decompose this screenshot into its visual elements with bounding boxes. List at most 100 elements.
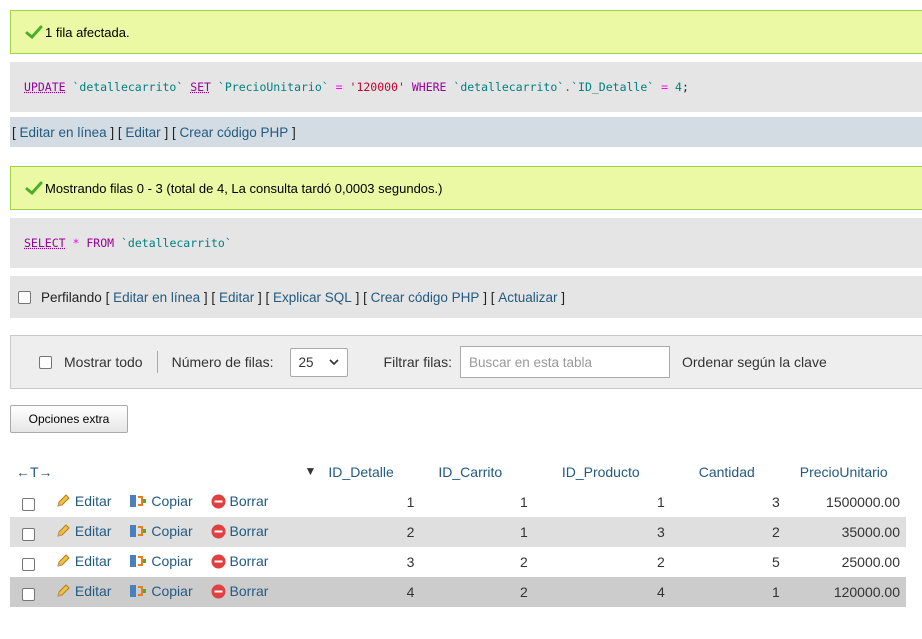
- delete-icon: [211, 494, 225, 508]
- table-row: Editar Copiar Borrar 1 1 1 3 1500000.00: [10, 487, 906, 517]
- edit-label: Editar: [74, 582, 112, 599]
- copy-label: Copiar: [151, 522, 193, 539]
- profiling-label: Perfilando: [41, 289, 102, 305]
- sql-keyword-set: SET: [190, 80, 211, 94]
- cell-preciounitario: 120000.00: [793, 577, 906, 607]
- cell-cantidad: 1: [692, 577, 794, 607]
- sql-table: `detallecarrito`: [72, 80, 184, 94]
- copy-label: Copiar: [151, 492, 193, 509]
- column-resize-arrows[interactable]: ←T→ ▼: [10, 457, 323, 487]
- copy-row-button[interactable]: Copiar: [129, 492, 193, 509]
- bracket: [: [12, 124, 16, 140]
- column-header-cantidad[interactable]: Cantidad: [692, 457, 794, 487]
- arrows-label: ←T→: [16, 464, 53, 480]
- edit-link[interactable]: Editar: [219, 290, 254, 305]
- filter-rows-input[interactable]: Buscar en esta tabla: [459, 346, 670, 378]
- navigation-bar: Mostrar todo Número de filas: 25 Filtrar…: [10, 335, 922, 389]
- cell-id-producto[interactable]: 2: [555, 547, 693, 577]
- sql-keyword-update: UPDATE: [24, 80, 66, 94]
- filter-rows-placeholder: Buscar en esta tabla: [468, 354, 593, 370]
- inline-edit-link[interactable]: Editar en línea: [20, 125, 107, 140]
- profiling-bar: Perfilando [ Editar en línea ] [ Editar …: [10, 276, 922, 318]
- row-actions: Editar Copiar Borrar: [10, 547, 323, 577]
- update-query-tools: [ Editar en línea ] [ Editar ] [ Crear c…: [10, 117, 922, 147]
- column-header-id-producto[interactable]: ID_Producto: [555, 457, 693, 487]
- column-header-id-detalle[interactable]: ID_Detalle: [322, 457, 433, 487]
- show-all-checkbox[interactable]: [39, 355, 52, 369]
- edit-row-button[interactable]: Editar: [55, 522, 112, 539]
- rows-label: Número de filas:: [171, 354, 274, 370]
- edit-label: Editar: [74, 522, 112, 539]
- sql-operator-2: =: [661, 80, 669, 94]
- copy-label: Copiar: [151, 552, 193, 569]
- update-success-message: 1 fila afectada.: [10, 10, 922, 54]
- extra-options-button[interactable]: Opciones extra: [10, 405, 128, 433]
- create-php-link[interactable]: Crear código PHP: [371, 290, 480, 305]
- cell-id-detalle: 3: [322, 547, 433, 577]
- cell-id-carrito[interactable]: 2: [432, 577, 556, 607]
- sql-where-column: `detallecarrito`.`ID_Detalle`: [453, 80, 655, 94]
- delete-row-button[interactable]: Borrar: [211, 553, 268, 569]
- filter-rows-label: Filtrar filas:: [383, 354, 452, 370]
- refresh-link[interactable]: Actualizar: [498, 290, 557, 305]
- inline-edit-link[interactable]: Editar en línea: [113, 290, 200, 305]
- sql-semicolon: ;: [681, 80, 689, 94]
- row-actions: Editar Copiar Borrar: [10, 577, 323, 607]
- check-icon: [25, 181, 43, 195]
- sql-keyword-where: WHERE: [411, 80, 447, 94]
- row-checkbox[interactable]: [22, 588, 35, 602]
- profiling-checkbox[interactable]: [18, 290, 31, 304]
- edit-row-button[interactable]: Editar: [55, 493, 111, 509]
- copy-icon: [130, 584, 147, 597]
- bracket: ] [: [483, 289, 495, 305]
- copy-row-button[interactable]: Copiar: [129, 522, 193, 539]
- bracket: ] [: [355, 289, 367, 305]
- row-checkbox[interactable]: [22, 558, 35, 572]
- table-row: Editar Copiar Borrar 3 2 2 5 25000.00: [10, 547, 906, 577]
- sql-value: '120000': [349, 80, 405, 94]
- sql-keyword-from: FROM: [86, 236, 115, 250]
- cell-cantidad: 3: [692, 487, 794, 517]
- check-icon: [25, 25, 43, 39]
- cell-id-detalle: 1: [322, 487, 433, 517]
- copy-row-button[interactable]: Copiar: [129, 583, 193, 599]
- cell-preciounitario: 1500000.00: [793, 487, 906, 517]
- cell-id-producto[interactable]: 4: [555, 577, 693, 607]
- row-actions: Editar Copiar Borrar: [10, 487, 323, 517]
- delete-row-button[interactable]: Borrar: [211, 583, 268, 599]
- pencil-icon: [57, 493, 70, 507]
- column-header-id-carrito[interactable]: ID_Carrito: [432, 457, 556, 487]
- select-success-message: Mostrando filas 0 - 3 (total de 4, La co…: [10, 166, 922, 210]
- edit-link[interactable]: Editar: [125, 125, 160, 140]
- delete-icon: [211, 524, 225, 538]
- select-sql-query: SELECT * FROM `detallecarrito`: [10, 218, 922, 268]
- bracket: ] [: [203, 289, 216, 305]
- copy-row-button[interactable]: Copiar: [129, 552, 193, 569]
- cell-id-carrito[interactable]: 1: [432, 487, 556, 517]
- create-php-link[interactable]: Crear código PHP: [179, 125, 288, 140]
- row-checkbox[interactable]: [22, 528, 35, 542]
- bracket: ] [: [110, 124, 122, 140]
- edit-row-button[interactable]: Editar: [55, 582, 112, 599]
- pencil-icon: [57, 523, 70, 537]
- cell-cantidad: 5: [692, 547, 794, 577]
- row-checkbox[interactable]: [22, 498, 35, 512]
- cell-id-carrito[interactable]: 1: [432, 517, 556, 547]
- delete-row-button[interactable]: Borrar: [211, 493, 269, 509]
- sql-operator: =: [335, 80, 343, 94]
- cell-id-carrito[interactable]: 2: [432, 547, 556, 577]
- delete-label: Borrar: [229, 493, 269, 509]
- sql-star: *: [72, 236, 80, 250]
- delete-row-button[interactable]: Borrar: [211, 523, 268, 539]
- cell-id-producto[interactable]: 3: [555, 517, 693, 547]
- column-header-preciounitario[interactable]: PrecioUnitario: [793, 457, 906, 487]
- cell-preciounitario: 25000.00: [793, 547, 906, 577]
- cell-preciounitario: 35000.00: [793, 517, 906, 547]
- explain-sql-link[interactable]: Explicar SQL: [273, 290, 352, 305]
- copy-icon: [130, 524, 147, 537]
- divider: [156, 351, 158, 373]
- edit-row-button[interactable]: Editar: [55, 553, 111, 569]
- rows-per-page-select[interactable]: 25: [289, 347, 348, 377]
- table-header-row: ←T→ ▼ ID_Detalle ID_Carrito ID_Producto …: [10, 457, 906, 487]
- cell-id-producto[interactable]: 1: [555, 487, 693, 517]
